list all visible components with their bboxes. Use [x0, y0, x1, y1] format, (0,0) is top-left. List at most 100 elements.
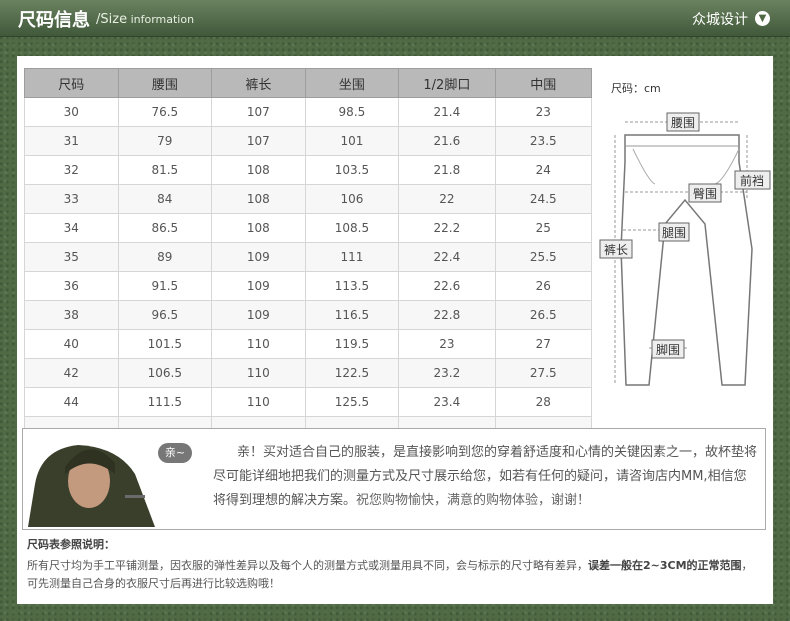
- brand-name[interactable]: 众城设计: [692, 9, 748, 29]
- table-cell: 31: [24, 126, 119, 156]
- speech-bubble: 亲~: [158, 443, 192, 463]
- table-cell: 84: [117, 184, 213, 214]
- jacket-logo: [125, 495, 145, 498]
- table-cell: 110: [211, 387, 306, 417]
- table-cell: 81.5: [117, 155, 213, 185]
- table-row: 32 81.5 108 103.5 21.8 24: [24, 155, 593, 185]
- table-cell: 38: [24, 300, 119, 330]
- page-subtitle: /Size information: [96, 12, 194, 27]
- table-cell: 24: [494, 155, 593, 185]
- column-header: 中围: [494, 68, 593, 98]
- table-cell: 23.5: [494, 126, 593, 156]
- table-cell: 89: [117, 242, 213, 272]
- customer-note-box: 亲~ 亲！买对适合自己的服装，是直接影响到您的穿着舒适度和心情的关键因素之一，故…: [22, 428, 766, 530]
- note-closing-text: 祝您购物愉快，满意的购物体验，谢谢！: [356, 493, 591, 508]
- table-cell: 23: [494, 97, 593, 127]
- table-cell: 32: [24, 155, 119, 185]
- rise-label: 前裆: [740, 173, 764, 188]
- table-cell: 107: [211, 97, 306, 127]
- table-cell: 110: [211, 329, 306, 359]
- size-table: 尺码 腰围 裤长 坐围 1/2脚口 中围 30 76.5 107 98.5 21.4 23 31 79 1…: [24, 68, 593, 442]
- table-cell: 35: [24, 242, 119, 272]
- table-cell: 26.5: [494, 300, 593, 330]
- thigh-label: 腿围: [662, 226, 686, 240]
- table-cell: 36: [24, 271, 119, 301]
- table-cell: 34: [24, 213, 119, 243]
- table-cell: 98.5: [304, 97, 400, 127]
- table-cell: 103.5: [304, 155, 400, 185]
- table-cell: 113.5: [304, 271, 400, 301]
- hip-label: 臀围: [693, 187, 717, 201]
- table-cell: 108.5: [304, 213, 400, 243]
- table-row: 30 76.5 107 98.5 21.4 23: [24, 97, 593, 127]
- column-header: 1/2脚口: [398, 68, 496, 98]
- table-cell: 111: [304, 242, 400, 272]
- column-header: 腰围: [117, 68, 213, 98]
- table-cell: 101: [304, 126, 400, 156]
- table-row: 34 86.5 108 108.5 22.2 25: [24, 213, 593, 243]
- table-cell: 110: [211, 358, 306, 388]
- table-cell: 30: [24, 97, 119, 127]
- table-cell: 107: [211, 126, 306, 156]
- column-header: 裤长: [211, 68, 306, 98]
- table-cell: 21.4: [398, 97, 496, 127]
- table-row: 35 89 109 111 22.4 25.5: [24, 242, 593, 272]
- table-cell: 108: [211, 213, 306, 243]
- column-header: 坐围: [304, 68, 400, 98]
- table-cell: 79: [117, 126, 213, 156]
- table-cell: 22.8: [398, 300, 496, 330]
- subtitle-rest: information: [127, 13, 195, 26]
- size-info-panel: 尺码 腰围 裤长 坐围 1/2脚口 中围 30 76.5 107 98.5 21.4 23 31 79 1…: [17, 56, 773, 604]
- table-row: 44 111.5 110 125.5 23.4 28: [24, 387, 593, 417]
- table-cell: 86.5: [117, 213, 213, 243]
- table-cell: 96.5: [117, 300, 213, 330]
- table-cell: 108: [211, 184, 306, 214]
- table-cell: 122.5: [304, 358, 400, 388]
- table-cell: 28: [494, 387, 593, 417]
- table-row: 40 101.5 110 119.5 23 27: [24, 329, 593, 359]
- size-chart-instructions-title: 尺码表参照说明：: [27, 538, 115, 551]
- unit-label: 尺码：cm: [611, 82, 661, 95]
- table-row: 38 96.5 109 116.5 22.8 26.5: [24, 300, 593, 330]
- table-row: 33 84 108 106 22 24.5: [24, 184, 593, 214]
- table-cell: 101.5: [117, 329, 213, 359]
- instructions-text-a: 所有尺寸均为手工平铺测量，因衣服的弹性差异以及每个人的测量方式或测量用具不同，会…: [27, 559, 588, 572]
- table-cell: 23: [398, 329, 496, 359]
- table-cell: 119.5: [304, 329, 400, 359]
- size-chart-instructions: 所有尺寸均为手工平铺测量，因衣服的弹性差异以及每个人的测量方式或测量用具不同，会…: [27, 557, 763, 593]
- table-cell: 76.5: [117, 97, 213, 127]
- table-cell: 111.5: [117, 387, 213, 417]
- chevron-down-icon[interactable]: ▼: [755, 11, 770, 26]
- header-bar: 尺码信息 /Size information 众城设计 ▼: [0, 0, 790, 37]
- table-cell: 42: [24, 358, 119, 388]
- instructions-text-b: 误差一般在2~3CM的正常范围: [588, 559, 742, 572]
- table-cell: 40: [24, 329, 119, 359]
- note-message: 亲！买对适合自己的服装，是直接影响到您的穿着舒适度和心情的关键因素之一，故杯垫将…: [213, 441, 758, 513]
- table-cell: 108: [211, 155, 306, 185]
- hem-label: 脚围: [656, 342, 680, 357]
- size-table-header: 尺码 腰围 裤长 坐围 1/2脚口 中围: [24, 68, 593, 98]
- table-cell: 109: [211, 271, 306, 301]
- table-cell: 22.4: [398, 242, 496, 272]
- page-title: 尺码信息: [18, 10, 90, 31]
- table-cell: 91.5: [117, 271, 213, 301]
- column-header: 尺码: [24, 68, 119, 98]
- table-cell: 21.6: [398, 126, 496, 156]
- waist-label: 腰围: [671, 116, 695, 130]
- table-cell: 106.5: [117, 358, 213, 388]
- table-row: 42 106.5 110 122.5 23.2 27.5: [24, 358, 593, 388]
- table-cell: 44: [24, 387, 119, 417]
- table-cell: 22.6: [398, 271, 496, 301]
- table-cell: 125.5: [304, 387, 400, 417]
- table-row: 31 79 107 101 21.6 23.5: [24, 126, 593, 156]
- pants-diagram: 腰围 前裆 臀围 腿围 裤长 脚围: [599, 112, 771, 386]
- table-cell: 109: [211, 242, 306, 272]
- table-cell: 25.5: [494, 242, 593, 272]
- subtitle-prefix: /Size: [96, 12, 128, 27]
- table-cell: 109: [211, 300, 306, 330]
- table-cell: 25: [494, 213, 593, 243]
- length-label: 裤长: [604, 243, 628, 257]
- table-cell: 27: [494, 329, 593, 359]
- table-cell: 22: [398, 184, 496, 214]
- table-cell: 23.4: [398, 387, 496, 417]
